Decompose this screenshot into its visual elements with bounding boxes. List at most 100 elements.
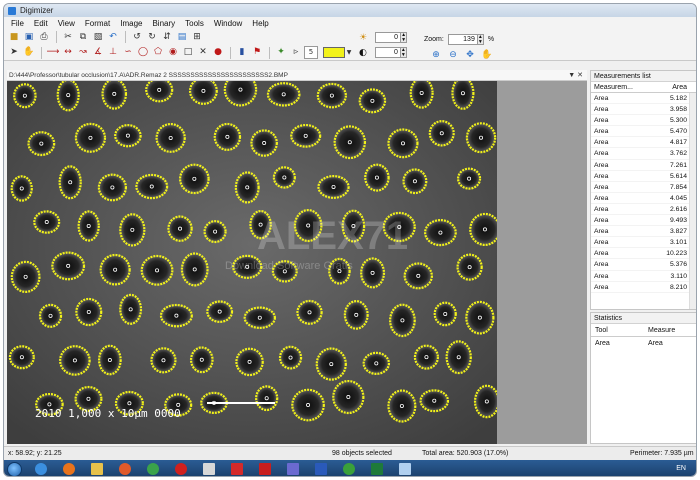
fit-icon[interactable]: ✥ bbox=[463, 49, 477, 62]
measurement-row[interactable]: Area 5.614 bbox=[591, 171, 696, 182]
measurement-row[interactable]: Area 4.817 bbox=[591, 137, 696, 149]
taskbar-calculator-icon[interactable] bbox=[198, 462, 220, 476]
cut-icon[interactable]: ✂ bbox=[61, 31, 75, 44]
zoom-in-icon[interactable]: ⊕ bbox=[429, 49, 443, 62]
polygon-icon[interactable]: ⬠ bbox=[151, 46, 165, 59]
taskbar-digimizer-icon[interactable] bbox=[394, 462, 416, 476]
brightness-stepper[interactable]: ▲ ▼ bbox=[401, 32, 408, 43]
zoom-label: Zoom: bbox=[424, 35, 444, 43]
rotate-right-icon[interactable]: ↻ bbox=[145, 31, 159, 44]
taskbar-word-icon[interactable] bbox=[310, 462, 332, 476]
parallel-icon[interactable]: ↔ bbox=[61, 46, 75, 59]
pointer-icon[interactable]: ➤ bbox=[7, 46, 21, 59]
fill-icon[interactable]: ▹ bbox=[289, 46, 303, 59]
language-indicator[interactable]: EN bbox=[676, 460, 686, 476]
taskbar-pdf-icon[interactable] bbox=[254, 462, 276, 476]
menu-image[interactable]: Image bbox=[115, 19, 147, 28]
chevron-down-icon[interactable]: ▼ bbox=[345, 46, 353, 59]
crop-icon[interactable]: ⊞ bbox=[190, 31, 204, 44]
rectangle-icon[interactable]: □ bbox=[181, 46, 195, 59]
measurements-scrollbar[interactable] bbox=[689, 93, 696, 309]
sem-image[interactable]: ALEX71 Download Software Gratis 2010 1,0… bbox=[7, 81, 497, 444]
contrast-stepper[interactable]: ▲ ▼ bbox=[400, 47, 407, 58]
measurement-row[interactable]: Area 7.854 bbox=[591, 182, 696, 193]
taskbar-download-icon[interactable] bbox=[226, 462, 248, 476]
menu-window[interactable]: Window bbox=[209, 19, 247, 28]
menu-view[interactable]: View bbox=[53, 19, 80, 28]
tubule-opening bbox=[298, 301, 321, 323]
measurement-row[interactable]: Area 7.261 bbox=[591, 160, 696, 171]
taskbar-chrome-icon[interactable] bbox=[142, 462, 164, 476]
taskbar-firefox-icon[interactable] bbox=[58, 462, 80, 476]
marker-dot-icon[interactable]: ● bbox=[211, 46, 225, 59]
polyline-icon[interactable]: ↝ bbox=[76, 46, 90, 59]
col-area[interactable]: Area bbox=[639, 82, 687, 92]
measurement-row[interactable]: Area 5.376 bbox=[591, 259, 696, 271]
flag-icon[interactable]: ⚑ bbox=[250, 46, 264, 59]
copy-icon[interactable]: ⧉ bbox=[76, 31, 90, 44]
line-icon[interactable]: ⟶ bbox=[46, 46, 60, 59]
taskbar-folder-icon[interactable] bbox=[86, 462, 108, 476]
col-measurement[interactable]: Measurem... bbox=[591, 82, 639, 92]
flip-icon[interactable]: ⇵ bbox=[160, 31, 174, 44]
histogram-icon[interactable]: ▤ bbox=[175, 31, 189, 44]
panel-controls[interactable]: ▼ ✕ bbox=[568, 70, 583, 81]
menu-tools[interactable]: Tools bbox=[180, 19, 209, 28]
menu-format[interactable]: Format bbox=[80, 19, 115, 28]
marker-color-swatch[interactable] bbox=[323, 47, 345, 58]
zoom-out-icon[interactable]: ⊖ bbox=[446, 49, 460, 62]
measurement-row[interactable]: Area 3.827 bbox=[591, 226, 696, 238]
perpendicular-icon[interactable]: ⊥ bbox=[106, 46, 120, 59]
wand-icon[interactable]: ✦ bbox=[274, 46, 288, 59]
measurement-row[interactable]: Area 5.300 bbox=[591, 115, 696, 127]
start-button[interactable] bbox=[7, 461, 22, 476]
contrast-input[interactable]: 0 bbox=[374, 47, 401, 58]
taskbar-leaf-icon[interactable] bbox=[338, 462, 360, 476]
col-tool[interactable]: Tool bbox=[591, 324, 644, 336]
taskbar-app-icon[interactable] bbox=[282, 462, 304, 476]
measurement-row[interactable]: Area 5.182 bbox=[591, 93, 696, 105]
menu-binary[interactable]: Binary bbox=[147, 19, 180, 28]
brightness-input[interactable]: 0 bbox=[375, 32, 402, 43]
print-icon[interactable]: ⎙ bbox=[37, 31, 51, 44]
save-icon[interactable]: ▣ bbox=[22, 31, 36, 44]
menu-file[interactable]: File bbox=[6, 19, 29, 28]
measurement-row[interactable]: Area 5.470 bbox=[591, 126, 696, 138]
measurement-row[interactable]: Area 3.958 bbox=[591, 104, 696, 116]
measurement-row[interactable]: Area 3.110 bbox=[591, 271, 696, 282]
measurement-value: 5.614 bbox=[669, 172, 687, 180]
curve-icon[interactable]: ∽ bbox=[121, 46, 135, 59]
measurement-name: Area bbox=[594, 183, 609, 191]
hand-marker-icon[interactable]: ✋ bbox=[22, 46, 36, 59]
open-icon[interactable]: ■ bbox=[7, 31, 21, 44]
measurement-row[interactable]: Area 2.616 bbox=[591, 204, 696, 216]
taskbar-ie-icon[interactable] bbox=[30, 462, 52, 476]
object-icon[interactable]: ◉ bbox=[166, 46, 180, 59]
measurement-row[interactable]: Area 3.101 bbox=[591, 237, 696, 249]
rotate-left-icon[interactable]: ↺ bbox=[130, 31, 144, 44]
zoom-input[interactable]: 139 bbox=[447, 33, 478, 45]
taskbar-media-icon[interactable] bbox=[114, 462, 136, 476]
statistics-row[interactable]: Area Area bbox=[591, 337, 696, 350]
barcode-icon[interactable]: ▮ bbox=[235, 46, 249, 59]
measurement-row[interactable]: Area 10.223 bbox=[591, 248, 696, 260]
stepper-field[interactable]: 5 bbox=[304, 46, 318, 59]
taskbar-excel-icon[interactable] bbox=[366, 462, 388, 476]
undo-icon[interactable]: ↶ bbox=[106, 31, 120, 44]
delete-marker-icon[interactable]: ✕ bbox=[196, 46, 210, 59]
menu-help[interactable]: Help bbox=[247, 19, 273, 28]
menu-edit[interactable]: Edit bbox=[29, 19, 53, 28]
image-view[interactable]: ALEX71 Download Software Gratis 2010 1,0… bbox=[7, 81, 497, 444]
zoom-stepper[interactable]: ▲ ▼ bbox=[477, 33, 484, 45]
measurement-row[interactable]: Area 8.210 bbox=[591, 282, 696, 293]
paste-icon[interactable]: ▧ bbox=[91, 31, 105, 44]
circle-icon[interactable]: ◯ bbox=[136, 46, 150, 59]
measurement-row[interactable]: Area 9.493 bbox=[591, 215, 696, 227]
angle-icon[interactable]: ∡ bbox=[91, 46, 105, 59]
col-measure[interactable]: Measure bbox=[644, 324, 696, 336]
app-icon bbox=[8, 6, 16, 15]
pan-hand-icon[interactable]: ✋ bbox=[480, 49, 494, 62]
measurement-row[interactable]: Area 4.045 bbox=[591, 193, 696, 204]
taskbar-opera-icon[interactable] bbox=[170, 462, 192, 476]
measurement-row[interactable]: Area 3.762 bbox=[591, 148, 696, 160]
